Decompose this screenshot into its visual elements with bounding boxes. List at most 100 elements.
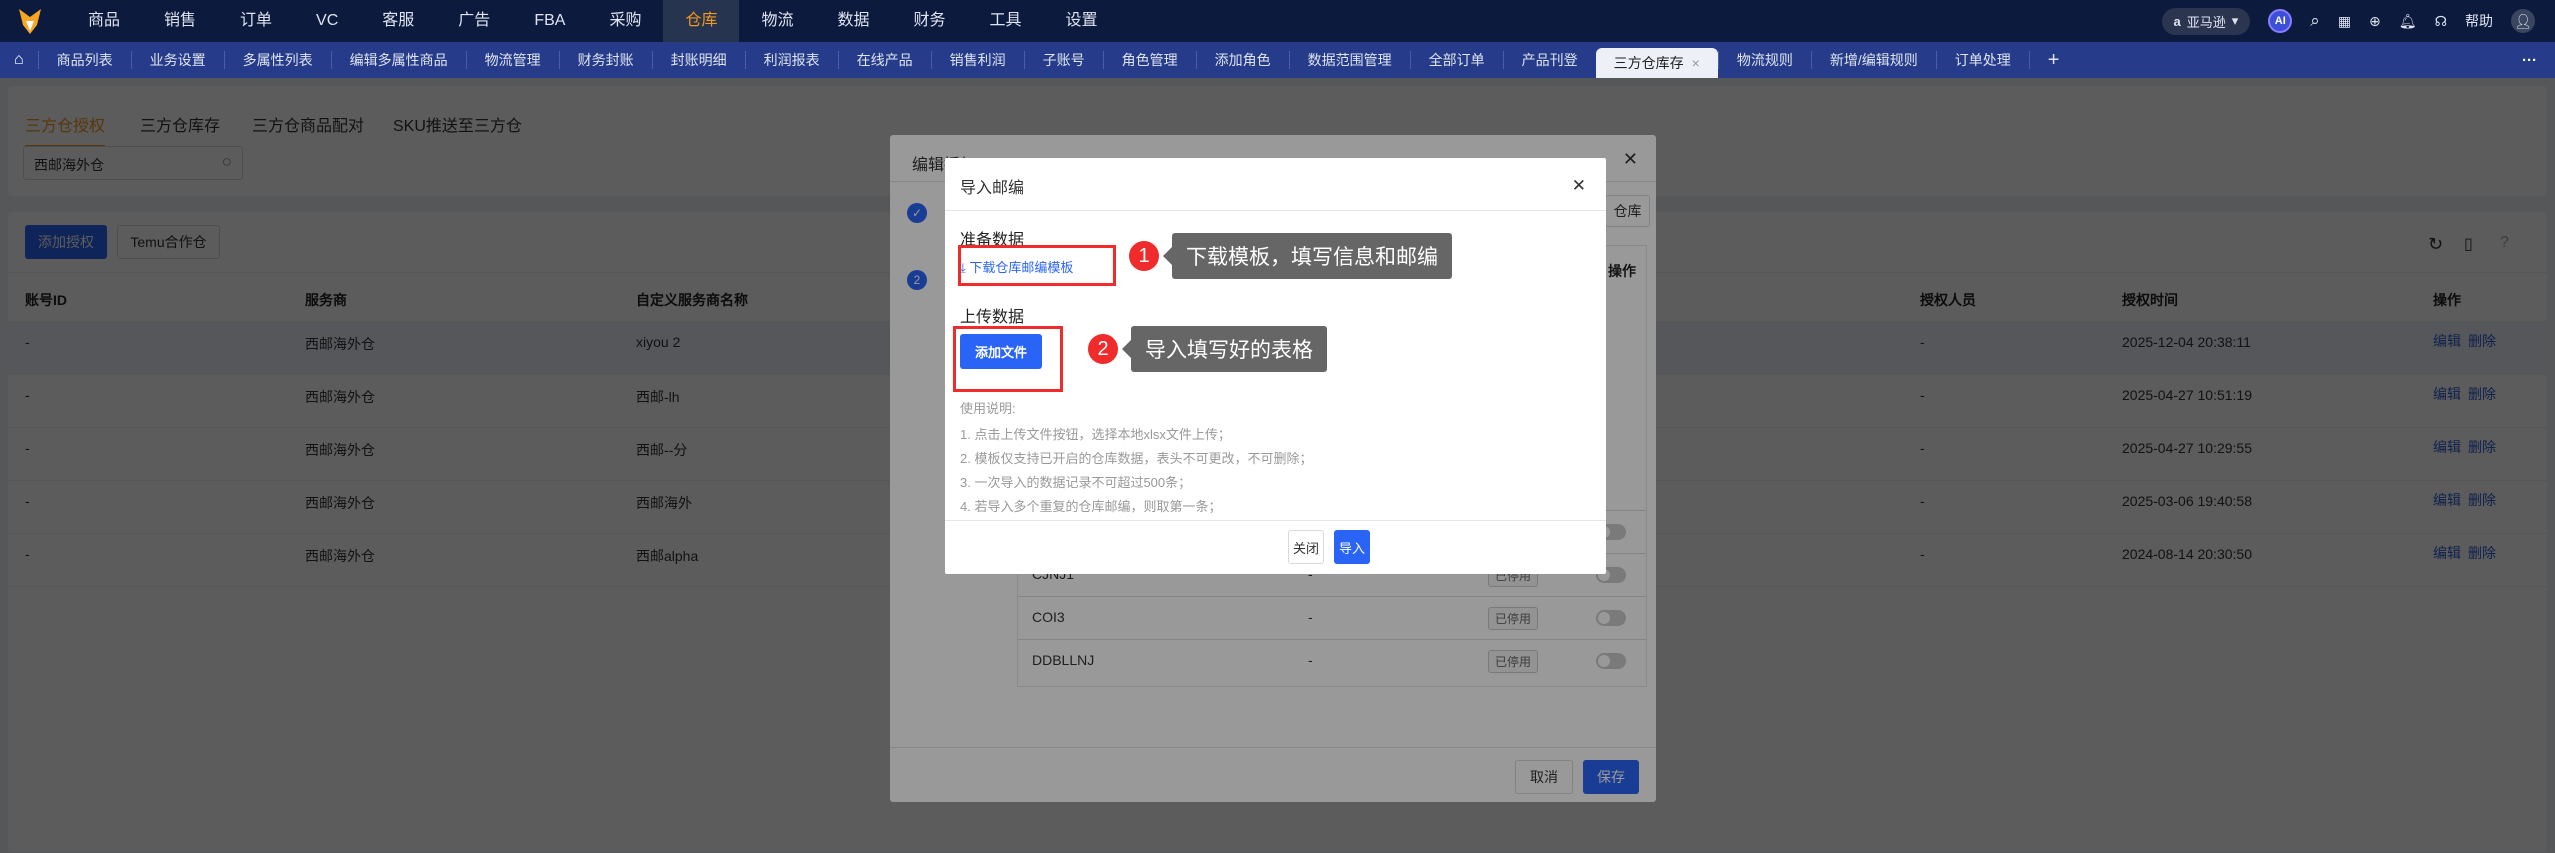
tab-item[interactable]: 添加角色 bbox=[1195, 51, 1289, 69]
top-nav-item[interactable]: 财务 bbox=[892, 0, 968, 42]
bell-icon[interactable]: 🔔︎ bbox=[2399, 13, 2417, 30]
tab-item[interactable]: 在线产品 bbox=[837, 51, 931, 69]
tab-item[interactable]: 多属性列表 bbox=[223, 51, 331, 69]
subtab[interactable]: 三方仓库存 bbox=[140, 112, 220, 136]
dialog-title: 导入邮编 bbox=[960, 180, 1025, 197]
top-nav-item[interactable]: 数据 bbox=[815, 0, 891, 42]
tab-item[interactable]: 封账明细 bbox=[651, 51, 745, 69]
help-icon[interactable]: ? bbox=[2500, 234, 2509, 252]
help-link[interactable]: 帮助 bbox=[2465, 11, 2493, 31]
tab-item[interactable]: 产品刊登 bbox=[1502, 51, 1596, 69]
ai-button[interactable]: AI bbox=[2268, 9, 2293, 33]
tab-item[interactable]: 销售利润 bbox=[930, 51, 1024, 69]
import-button[interactable]: 导入 bbox=[1334, 530, 1370, 564]
edit-link[interactable]: 编辑 bbox=[2433, 331, 2461, 351]
search-icon[interactable]: ⌕ bbox=[2310, 11, 2320, 31]
warehouse-value: - bbox=[1308, 609, 1313, 625]
close-icon[interactable]: ✕ bbox=[1572, 176, 1586, 196]
refresh-icon[interactable]: ↻ bbox=[2428, 234, 2443, 255]
enable-toggle[interactable] bbox=[1596, 610, 1626, 626]
tab-item[interactable]: 编辑多属性商品 bbox=[330, 51, 466, 69]
tab-item[interactable]: 物流规则 bbox=[1717, 51, 1811, 69]
delete-link[interactable]: 删除 bbox=[2468, 384, 2496, 404]
subtab[interactable]: 三方仓商品配对 bbox=[252, 112, 364, 136]
headset-icon[interactable]: ☊ bbox=[2435, 13, 2447, 30]
tab-item[interactable]: 财务封账 bbox=[558, 51, 652, 69]
tab-item[interactable]: 物流管理 bbox=[465, 51, 559, 69]
delete-link[interactable]: 删除 bbox=[2468, 437, 2496, 457]
apps-icon[interactable]: ▦ bbox=[2338, 13, 2351, 30]
tab-label: 在线产品 bbox=[856, 52, 913, 68]
search-input[interactable]: 西邮海外仓 ○ bbox=[23, 146, 243, 180]
delete-link[interactable]: 删除 bbox=[2468, 490, 2496, 510]
store-selector[interactable]: a 亚马逊 ▾ bbox=[2161, 7, 2251, 35]
tab-item[interactable]: 业务设置 bbox=[130, 51, 224, 69]
enable-toggle[interactable] bbox=[1596, 653, 1626, 669]
edit-link[interactable]: 编辑 bbox=[2433, 543, 2461, 563]
tab-item[interactable]: 全部订单 bbox=[1409, 51, 1503, 69]
top-nav-item[interactable]: 客服 bbox=[360, 0, 436, 42]
delete-link[interactable]: 删除 bbox=[2468, 331, 2496, 351]
top-nav-item[interactable]: 订单 bbox=[218, 0, 294, 42]
subtab[interactable]: SKU推送至三方仓 bbox=[393, 112, 522, 136]
tab-label: 数据范围管理 bbox=[1307, 52, 1392, 68]
tab-label: 物流管理 bbox=[484, 52, 541, 68]
close-tab-icon[interactable]: × bbox=[1692, 55, 1700, 71]
tab-item[interactable]: 新增/编辑规则 bbox=[1810, 51, 1936, 69]
tab-item[interactable]: 数据范围管理 bbox=[1288, 51, 1410, 69]
export-icon[interactable]: ▯ bbox=[2464, 234, 2473, 254]
top-nav-item[interactable]: FBA bbox=[512, 0, 587, 42]
home-icon[interactable]: ⌂ bbox=[0, 51, 38, 69]
usage-note: 2. 模板仅支持已开启的仓库数据，表头不可更改，不可删除； bbox=[960, 451, 1313, 466]
logo-icon[interactable] bbox=[0, 0, 60, 42]
add-auth-button[interactable]: 添加授权 bbox=[25, 225, 107, 259]
avatar[interactable]: 👤︎ bbox=[2511, 9, 2535, 33]
tab-item[interactable]: 三方仓库存 × bbox=[1595, 48, 1718, 78]
status-tag: 已停用 bbox=[1488, 607, 1539, 630]
delete-link[interactable]: 删除 bbox=[2468, 543, 2496, 563]
tab-item[interactable]: 子账号 bbox=[1023, 51, 1103, 69]
temu-warehouse-button[interactable]: Temu合作仓 bbox=[117, 225, 220, 259]
top-nav-item[interactable]: 工具 bbox=[968, 0, 1044, 42]
cell-provider: 西邮海外仓 bbox=[305, 336, 375, 352]
step-2: 2 bbox=[907, 270, 927, 290]
highlight-box-2 bbox=[953, 326, 1063, 392]
close-icon[interactable]: ✕ bbox=[1623, 149, 1638, 170]
top-nav-item[interactable]: 销售 bbox=[142, 0, 218, 42]
cell-provider: 西邮海外仓 bbox=[305, 442, 375, 458]
add-tab-button[interactable]: + bbox=[2028, 50, 2078, 70]
cell-provider: 西邮海外仓 bbox=[305, 495, 375, 511]
top-nav-item[interactable]: VC bbox=[294, 0, 360, 42]
download-icon[interactable]: ⊕ bbox=[2369, 13, 2381, 30]
cell-person: - bbox=[1920, 440, 1925, 456]
edit-link[interactable]: 编辑 bbox=[2433, 437, 2461, 457]
top-nav-item[interactable]: 广告 bbox=[436, 0, 512, 42]
top-nav-item[interactable]: 商品 bbox=[66, 0, 142, 42]
search-icon[interactable]: ○ bbox=[222, 152, 232, 172]
tab-item[interactable]: 订单处理 bbox=[1935, 51, 2029, 69]
cancel-button[interactable]: 取消 bbox=[1515, 760, 1573, 794]
subtab[interactable]: 三方仓授权 bbox=[25, 112, 106, 147]
close-button[interactable]: 关闭 bbox=[1288, 530, 1324, 564]
tab-label: 利润报表 bbox=[763, 52, 820, 68]
save-button[interactable]: 保存 bbox=[1583, 760, 1639, 794]
top-nav-item[interactable]: 仓库 bbox=[663, 0, 740, 42]
more-tabs-button[interactable]: ··· bbox=[2522, 52, 2537, 69]
tab-item[interactable]: 商品列表 bbox=[37, 51, 131, 69]
top-nav-item[interactable]: 物流 bbox=[739, 0, 815, 42]
top-nav-item[interactable]: 采购 bbox=[587, 0, 663, 42]
tab-label: 商品列表 bbox=[56, 52, 113, 68]
warehouse-button[interactable]: 仓库 bbox=[1605, 195, 1650, 227]
highlight-box-1 bbox=[958, 245, 1116, 286]
edit-link[interactable]: 编辑 bbox=[2433, 490, 2461, 510]
top-nav-item[interactable]: 设置 bbox=[1044, 0, 1120, 42]
cell-time: 2025-04-27 10:29:55 bbox=[2122, 440, 2252, 456]
tab-item[interactable]: 利润报表 bbox=[744, 51, 838, 69]
edit-link[interactable]: 编辑 bbox=[2433, 384, 2461, 404]
cell-id: - bbox=[25, 546, 30, 562]
cell-name: 西邮-lh bbox=[636, 389, 680, 405]
status-tag: 已停用 bbox=[1488, 650, 1539, 673]
step-badge-2: 2 bbox=[1088, 334, 1118, 364]
warehouse-value: - bbox=[1308, 652, 1313, 668]
tab-item[interactable]: 角色管理 bbox=[1102, 51, 1196, 69]
